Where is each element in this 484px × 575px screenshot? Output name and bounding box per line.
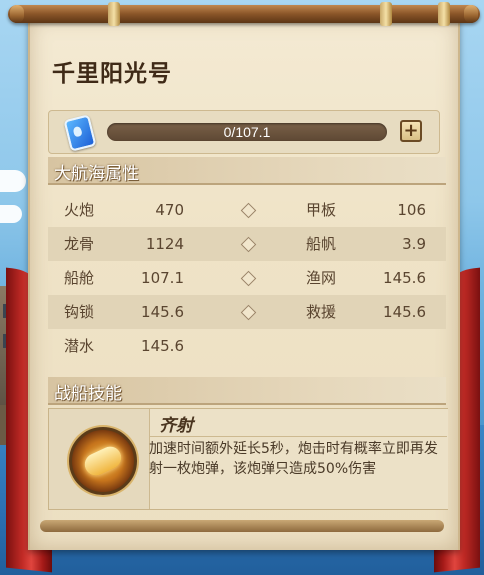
rod-cap-left	[10, 5, 24, 23]
stat-value: 106	[397, 201, 426, 219]
stat-value: 470	[155, 201, 184, 219]
add-button[interactable]: +	[400, 120, 422, 142]
progress-panel: 0/107.1 +	[48, 110, 440, 154]
rod-ring	[108, 2, 120, 26]
rod-ring	[380, 2, 392, 26]
attributes-table: 火炮 470 甲板 106 龙骨 1124 船帆 3.9 船舱 107.1 渔网…	[48, 193, 446, 363]
diamond-icon	[240, 227, 257, 262]
diamond-icon	[240, 295, 257, 330]
stat-value: 145.6	[383, 303, 426, 321]
divider	[149, 436, 447, 437]
progress-bar: 0/107.1	[107, 123, 387, 141]
stat-value: 107.1	[141, 269, 184, 287]
stat-row: 钩锁 145.6 救援 145.6	[48, 295, 446, 329]
stat-value: 1124	[145, 235, 184, 253]
skill-panel: 齐射 加速时间额外延长5秒，炮击时有概率立即再发射一枚炮弹，该炮弹只造成50%伤…	[48, 408, 448, 510]
stat-name: 龙骨	[64, 235, 95, 253]
stat-name: 潜水	[64, 337, 95, 355]
stat-row: 船舱 107.1 渔网 145.6	[48, 261, 446, 295]
skill-name: 齐射	[159, 416, 193, 436]
attributes-header-label: 大航海属性	[54, 164, 139, 184]
blue-gem-icon	[63, 114, 97, 152]
stat-name: 甲板	[306, 201, 337, 219]
stat-name: 火炮	[64, 201, 95, 219]
scroll-bottom-edge	[40, 520, 444, 532]
plus-icon: +	[403, 120, 419, 141]
cannon-skill-icon[interactable]	[69, 427, 137, 495]
cloud	[0, 170, 26, 192]
rod-cap-right	[464, 5, 478, 23]
ship-name: 千里阳光号	[52, 61, 172, 87]
attributes-header: 大航海属性	[48, 157, 446, 185]
stat-name: 渔网	[306, 269, 337, 287]
rod-ring	[438, 2, 450, 26]
skill-header-label: 战船技能	[54, 384, 122, 404]
skill-header: 战船技能	[48, 377, 446, 405]
stat-name: 船帆	[306, 235, 337, 253]
stat-name: 钩锁	[64, 303, 95, 321]
skill-description: 加速时间额外延长5秒，炮击时有概率立即再发射一枚炮弹，该炮弹只造成50%伤害	[149, 441, 438, 477]
scroll-rod	[8, 2, 480, 26]
stat-row: 潜水 145.6	[48, 329, 446, 363]
stat-value: 3.9	[402, 235, 426, 253]
stat-value: 145.6	[141, 303, 184, 321]
stat-value: 145.6	[141, 337, 184, 355]
stat-row: 龙骨 1124 船帆 3.9	[48, 227, 446, 261]
cloud	[0, 205, 22, 223]
diamond-icon	[240, 193, 257, 228]
stat-value: 145.6	[383, 269, 426, 287]
diamond-icon	[240, 261, 257, 296]
stat-name: 救援	[306, 303, 337, 321]
stat-name: 船舱	[64, 269, 95, 287]
stat-row: 火炮 470 甲板 106	[48, 193, 446, 227]
progress-label: 0/107.1	[223, 124, 271, 140]
